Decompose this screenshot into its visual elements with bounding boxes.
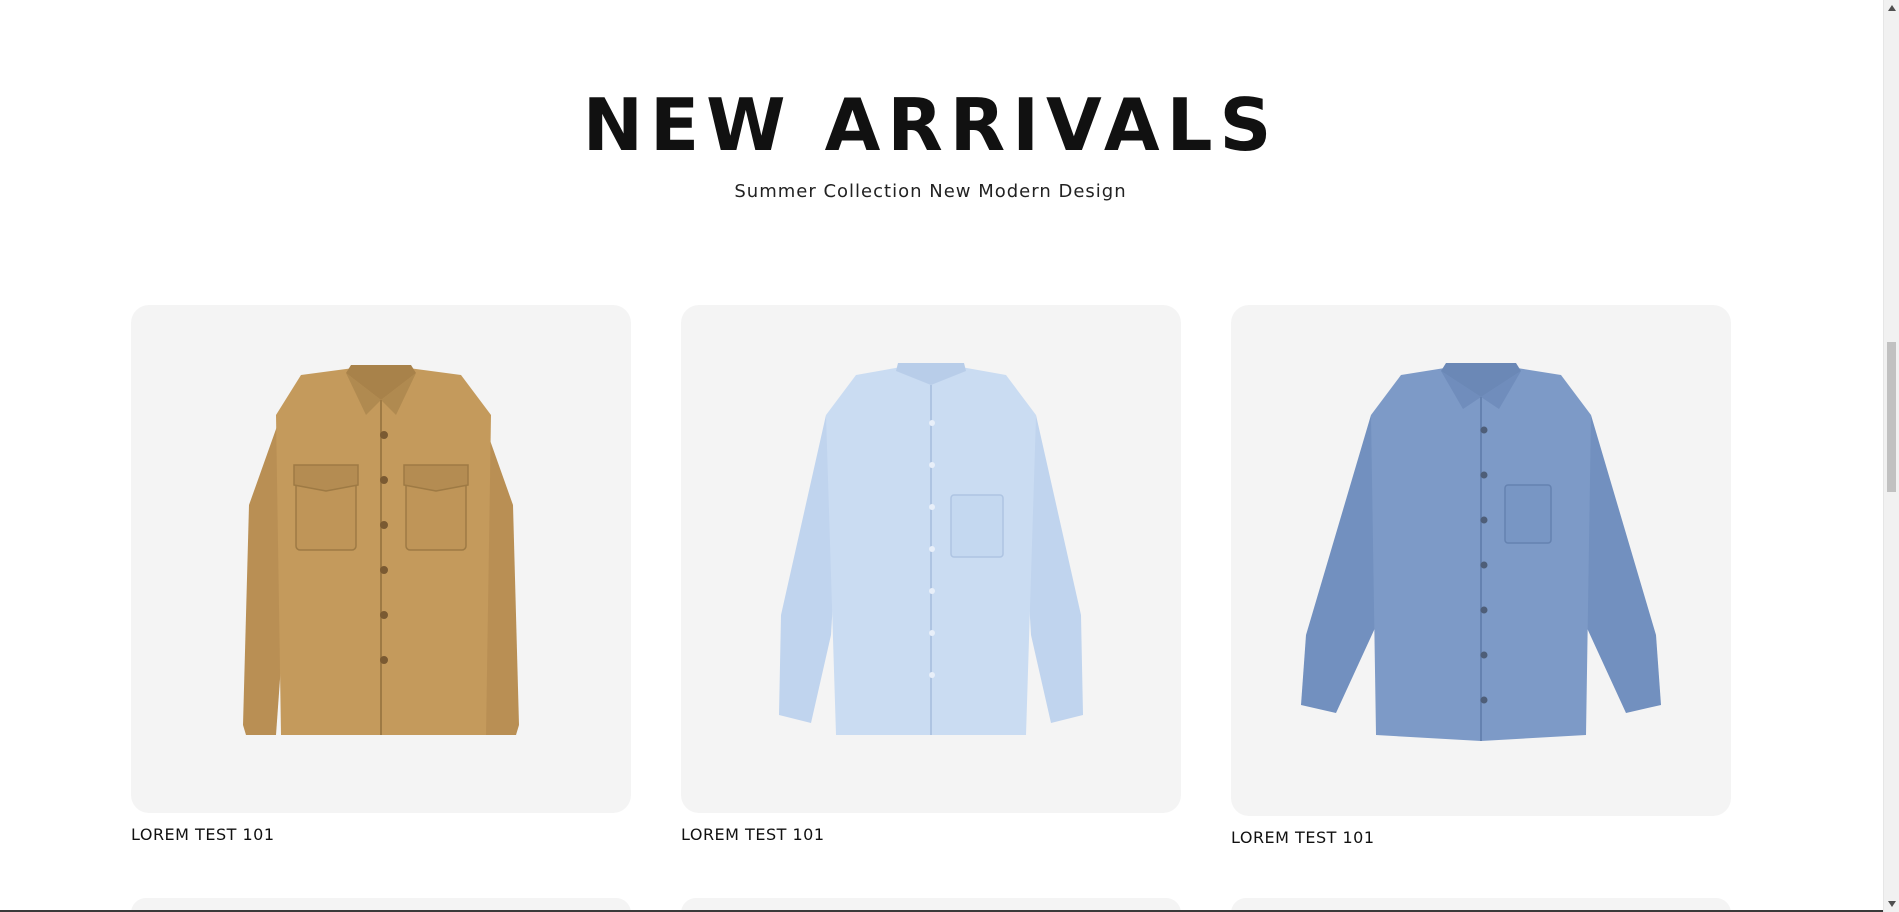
product-image[interactable] (681, 305, 1181, 813)
product-card[interactable]: LOREM TEST 101 (681, 305, 1181, 844)
product-card[interactable]: LOREM TEST 101 (131, 305, 631, 844)
light-blue-oxford-shirt-image (779, 363, 1083, 735)
product-name[interactable]: LOREM TEST 101 (1231, 828, 1731, 847)
section-title: NEW ARRIVALS (582, 83, 1279, 167)
page: NEW ARRIVALS Summer Collection New Moder… (0, 0, 1899, 912)
product-image[interactable] (1231, 305, 1731, 816)
product-name[interactable]: LOREM TEST 101 (681, 825, 1181, 844)
triangle-up-icon[interactable] (1884, 0, 1899, 16)
triangle-down-icon[interactable] (1884, 896, 1899, 912)
new-arrivals-section: NEW ARRIVALS Summer Collection New Moder… (0, 0, 1883, 912)
product-name[interactable]: LOREM TEST 101 (131, 825, 631, 844)
product-image[interactable] (131, 305, 631, 813)
denim-chambray-shirt-image (1301, 363, 1661, 741)
scrollbar-thumb[interactable] (1887, 342, 1896, 492)
product-card[interactable]: LOREM TEST 101 (1231, 305, 1731, 847)
section-subtitle: Summer Collection New Modern Design (734, 181, 1127, 202)
vertical-scrollbar[interactable] (1883, 0, 1899, 912)
tan-utility-shirt-image (243, 365, 519, 735)
